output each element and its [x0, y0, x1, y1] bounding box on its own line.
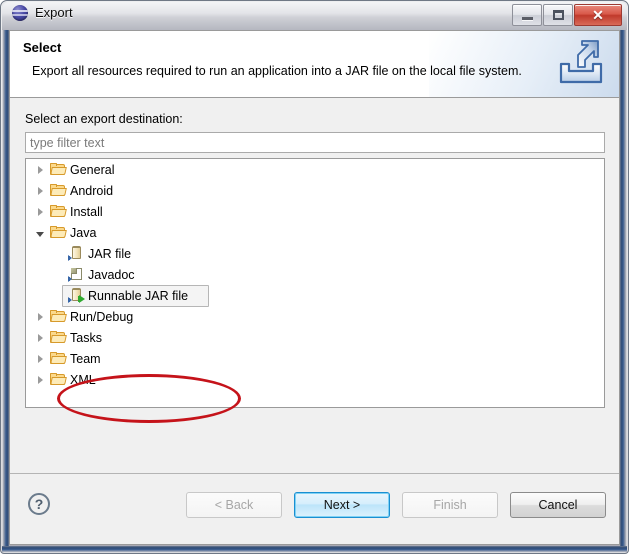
tree-item-general[interactable]: General [26, 159, 604, 180]
chevron-down-icon[interactable] [32, 222, 48, 243]
tree-item-label: General [70, 162, 115, 177]
tree-item-java[interactable]: Java [26, 222, 604, 243]
folder-icon [48, 310, 68, 323]
tree-item-javadoc[interactable]: Javadoc [26, 264, 604, 285]
destination-label: Select an export destination: [25, 112, 183, 126]
tree-item-label: XML [70, 372, 96, 387]
javadoc-icon [66, 267, 86, 282]
tree-item-label: Run/Debug [70, 309, 134, 324]
tree-item-xml[interactable]: XML [26, 369, 604, 390]
finish-button[interactable]: Finish [402, 492, 498, 518]
folder-icon [48, 331, 68, 344]
dialog-client-area: Select Export all resources required to … [9, 30, 620, 545]
folder-icon [48, 352, 68, 365]
minimize-icon [521, 16, 533, 20]
wizard-button-row: < Back Next > Finish Cancel [186, 492, 606, 518]
tree-item-run-debug[interactable]: Run/Debug [26, 306, 604, 327]
tree-item-android[interactable]: Android [26, 180, 604, 201]
chevron-right-icon[interactable] [32, 369, 48, 390]
chevron-right-icon[interactable] [32, 348, 48, 369]
wizard-header: Select Export all resources required to … [10, 31, 619, 98]
page-title: Select [23, 40, 62, 55]
window-frame-left [2, 29, 9, 549]
restore-icon [552, 10, 564, 20]
minimize-button[interactable] [512, 4, 542, 26]
tree-item-label: Java [70, 225, 97, 240]
window-frame-right [620, 29, 627, 549]
folder-icon [48, 373, 68, 386]
filter-input[interactable] [25, 132, 605, 153]
chevron-right-icon[interactable] [32, 180, 48, 201]
maximize-button[interactable] [543, 4, 573, 26]
tree-item-team[interactable]: Team [26, 348, 604, 369]
tree-item-label: Runnable JAR file [88, 288, 189, 303]
tree-item-label: Team [70, 351, 101, 366]
title-bar[interactable]: Export ✕ [2, 2, 627, 30]
window-frame-bottom [2, 546, 627, 552]
tree-item-label: Javadoc [88, 267, 135, 282]
folder-icon [48, 205, 68, 218]
close-icon: ✕ [592, 7, 604, 23]
wizard-body: Select an export destination: General [10, 98, 619, 483]
tree-item-label: JAR file [88, 246, 132, 261]
tree-item-label: Tasks [70, 330, 102, 345]
back-button[interactable]: < Back [186, 492, 282, 518]
close-button[interactable]: ✕ [574, 4, 622, 26]
export-dialog-window: Export ✕ Select Export all resources req… [0, 0, 629, 554]
tree-item-label: Install [70, 204, 103, 219]
tree-item-jar-file[interactable]: JAR file [26, 243, 604, 264]
export-wizard-icon [555, 38, 607, 90]
title-bar-left: Export [12, 5, 73, 21]
chevron-right-icon[interactable] [32, 159, 48, 180]
tree-item-tasks[interactable]: Tasks [26, 327, 604, 348]
help-icon[interactable]: ? [28, 493, 50, 515]
tree-item-label: Android [70, 183, 114, 198]
cancel-button[interactable]: Cancel [510, 492, 606, 518]
page-description: Export all resources required to run an … [32, 64, 522, 78]
chevron-right-icon[interactable] [32, 306, 48, 327]
folder-icon [48, 226, 68, 239]
tree-item-runnable-jar-file[interactable]: Runnable JAR file [26, 285, 604, 307]
window-controls: ✕ [512, 4, 622, 26]
runnable-jar-icon [66, 288, 86, 303]
window-title: Export [35, 5, 73, 20]
folder-icon [48, 163, 68, 176]
next-button[interactable]: Next > [294, 492, 390, 518]
chevron-right-icon[interactable] [32, 327, 48, 348]
jar-file-icon [66, 246, 86, 261]
wizard-footer: ? < Back Next > Finish Cancel [10, 473, 619, 544]
chevron-right-icon[interactable] [32, 201, 48, 222]
folder-icon [48, 184, 68, 197]
tree-item-install[interactable]: Install [26, 201, 604, 222]
export-destination-tree[interactable]: General Android Install Java JAR file Ja… [25, 158, 605, 408]
eclipse-logo-icon [12, 5, 28, 21]
